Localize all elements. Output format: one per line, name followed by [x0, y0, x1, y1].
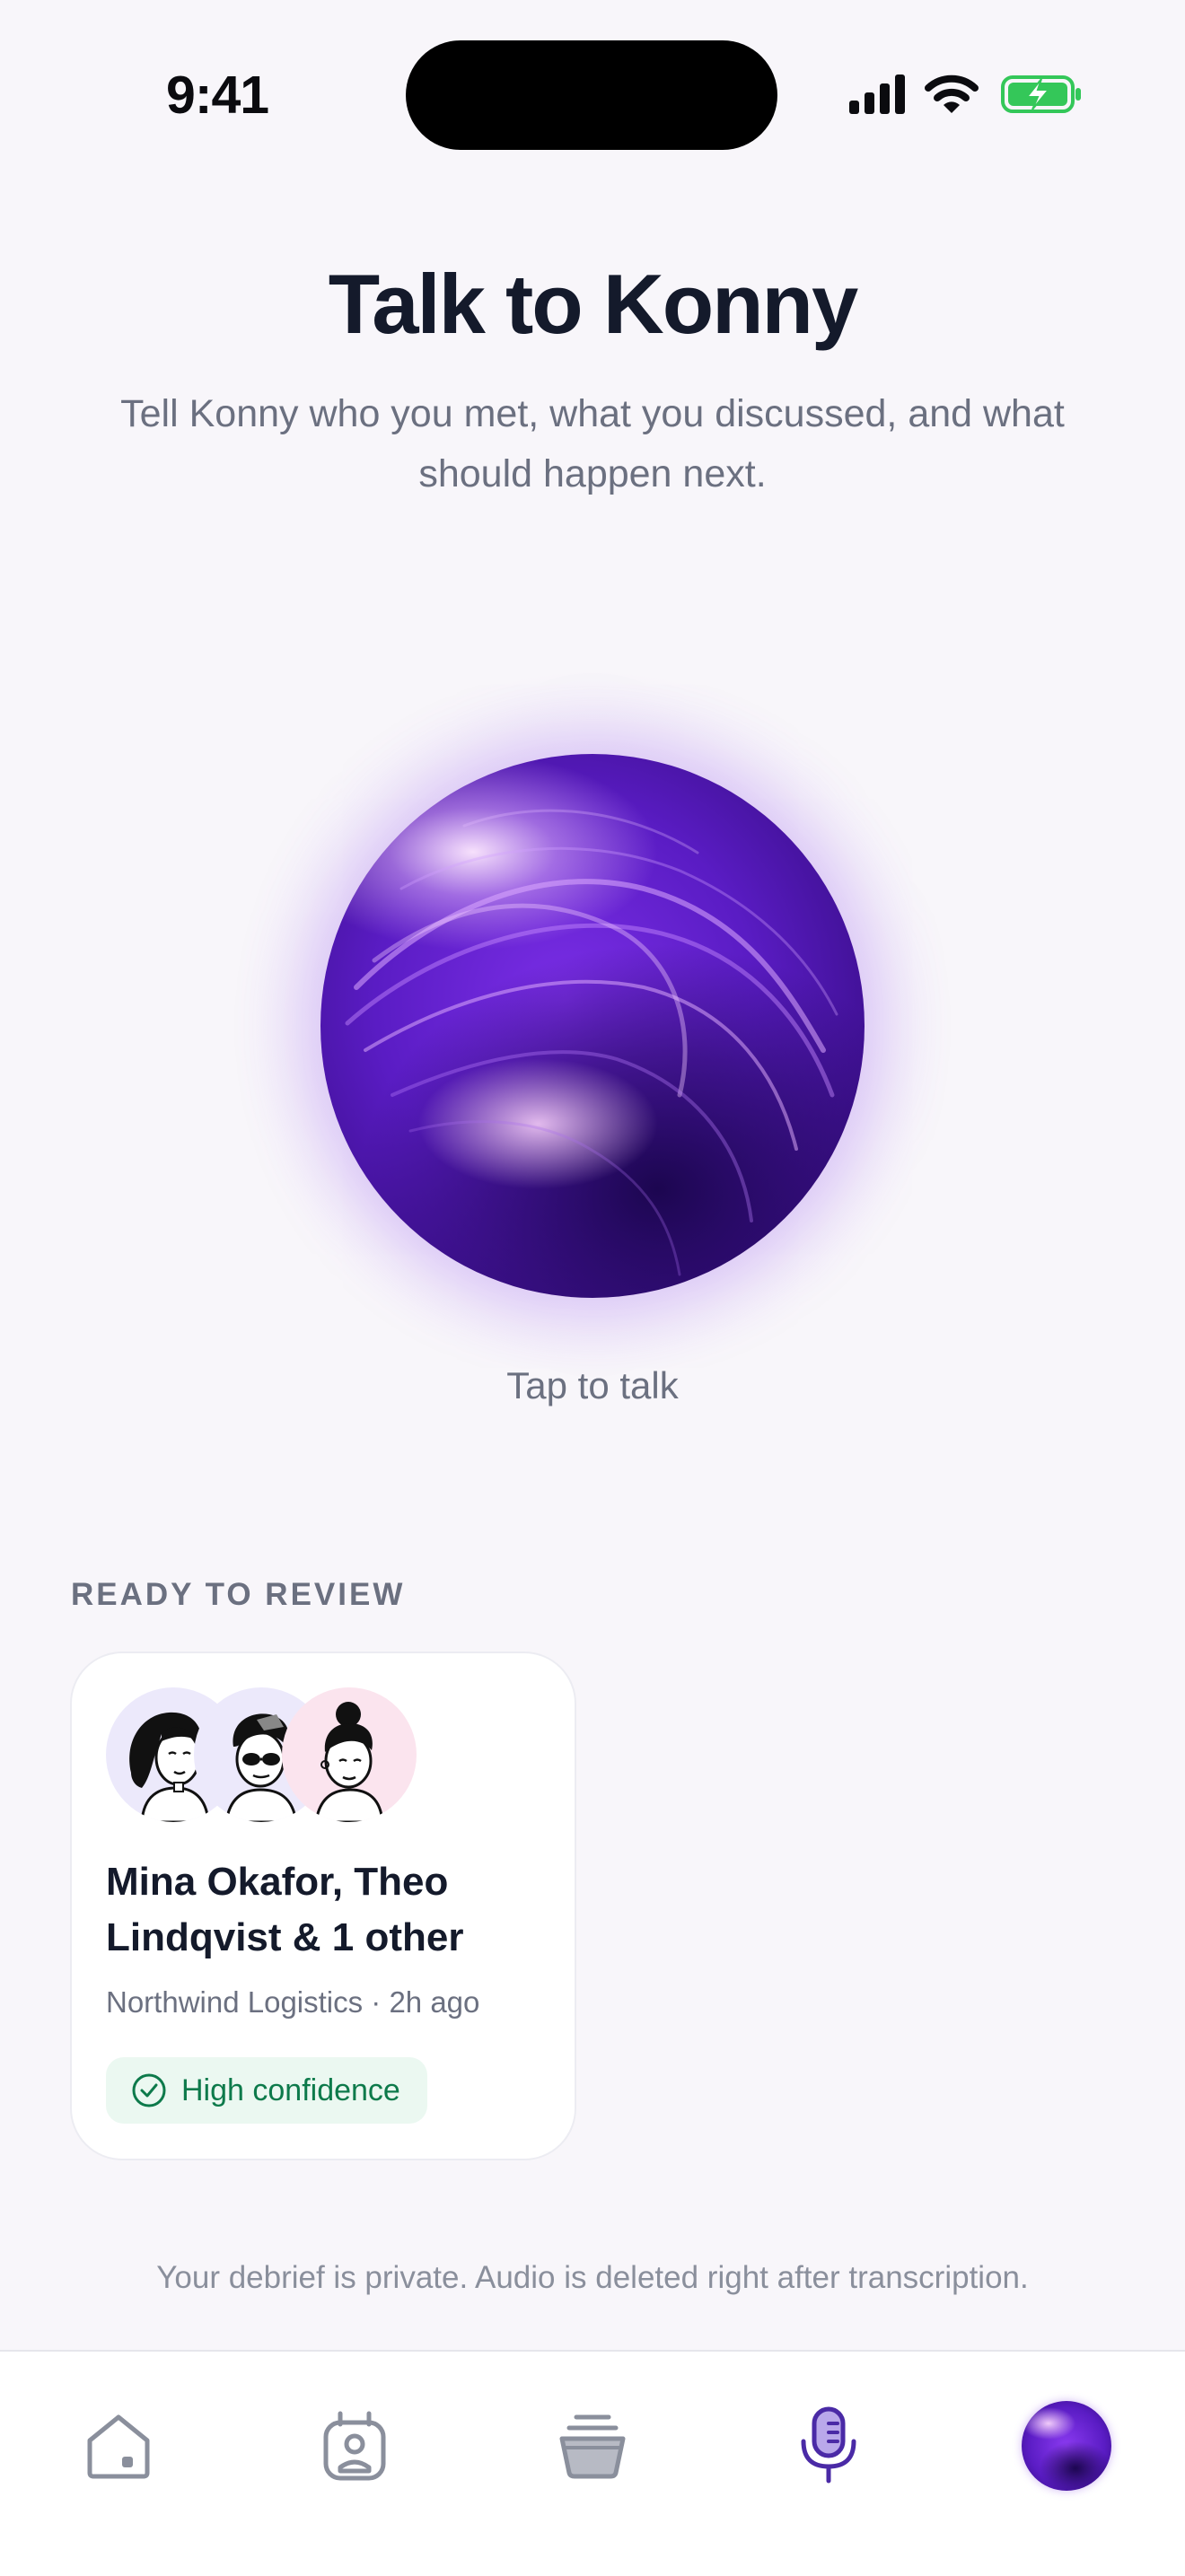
page-subtitle: Tell Konny who you met, what you discuss…: [120, 392, 1065, 495]
page-title: Talk to Konny: [328, 257, 859, 351]
status-time: 9:41: [166, 66, 269, 125]
review-card[interactable]: Mina Okafor, Theo Lindqvist & 1 other No…: [70, 1652, 576, 2160]
tab-bar: [0, 2350, 1185, 2576]
avatar-woman-bun-illustration: [314, 1702, 384, 1822]
home-icon: [87, 2414, 150, 2479]
orb-swirl-graphic: [345, 809, 838, 1276]
section-label-ready-to-review: READY TO REVIEW: [71, 1577, 406, 1612]
profile-orb-avatar: [1022, 2401, 1111, 2491]
inbox-stack-icon: [559, 2414, 626, 2479]
privacy-note: Your debrief is private. Audio is delete…: [156, 2260, 1029, 2295]
battery-charging-icon: [1001, 75, 1081, 113]
confidence-label: High confidence: [181, 2072, 400, 2107]
cellular-signal-icon: [849, 74, 905, 114]
wifi-icon: [925, 74, 979, 113]
card-meta: Northwind Logistics · 2h ago: [106, 1985, 480, 2019]
tab-home[interactable]: [60, 2388, 177, 2504]
tab-profile[interactable]: [1008, 2388, 1125, 2504]
dynamic-island: [406, 40, 777, 150]
contacts-badge-icon: [323, 2411, 386, 2481]
tab-contacts[interactable]: [296, 2388, 413, 2504]
tab-inbox[interactable]: [534, 2388, 651, 2504]
tab-record[interactable]: [770, 2388, 887, 2504]
microphone-icon: [801, 2406, 856, 2484]
orb-caption: Tap to talk: [506, 1364, 679, 1406]
confidence-badge: High confidence: [106, 2057, 427, 2124]
talk-orb-button[interactable]: [320, 754, 865, 1298]
check-circle-icon: [132, 2073, 166, 2107]
card-participant-names: Mina Okafor, Theo Lindqvist & 1 other: [106, 1860, 464, 1959]
avatar: [282, 1687, 417, 1822]
